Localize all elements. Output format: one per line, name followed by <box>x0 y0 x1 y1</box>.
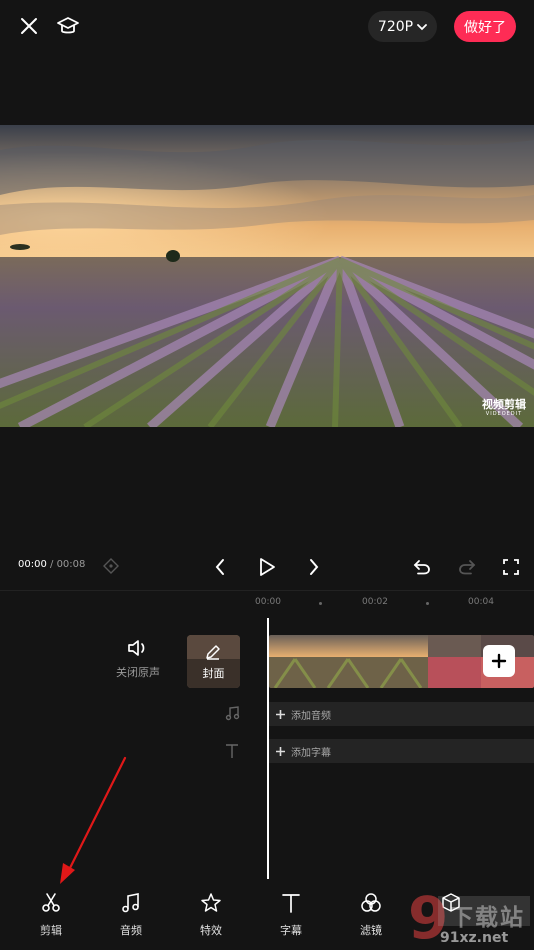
undo-icon <box>413 560 430 575</box>
toolbar-effects[interactable]: 特效 <box>181 892 241 938</box>
add-audio-label: 添加音频 <box>291 710 331 722</box>
play-button[interactable] <box>255 555 279 579</box>
keyframe-diamond-icon <box>103 558 119 574</box>
graduation-cap-icon <box>57 17 79 34</box>
resolution-selector[interactable]: 720P <box>368 11 437 42</box>
filter-circles-icon <box>361 893 381 912</box>
toolbar-filter[interactable]: 滤镜 <box>341 892 401 938</box>
toolbar-edit-label: 剪辑 <box>40 924 62 937</box>
redo-button[interactable] <box>455 556 479 578</box>
previous-frame-button[interactable] <box>209 556 231 578</box>
fullscreen-icon <box>503 559 519 575</box>
text-track-icon <box>226 744 238 758</box>
close-button[interactable] <box>14 11 44 41</box>
pencil-icon <box>206 645 220 660</box>
plus-icon <box>276 746 285 756</box>
watermark-subtitle: VIDEOEDIT <box>485 410 523 417</box>
toolbar-audio[interactable]: 音频 <box>101 892 161 938</box>
site-watermark-url: 91xz.net <box>440 930 509 946</box>
site-watermark-title: 下载站 <box>450 905 525 931</box>
chevron-right-icon <box>310 559 319 575</box>
ruler-dot <box>319 602 322 605</box>
text-t-icon <box>282 894 300 913</box>
add-subtitle-label: 添加字幕 <box>291 747 331 759</box>
toolbar-audio-label: 音频 <box>120 924 142 937</box>
ruler-tick: 00:04 <box>468 597 494 607</box>
toolbar-edit[interactable]: 剪辑 <box>21 892 81 938</box>
music-note-icon <box>122 893 139 913</box>
plus-icon <box>491 653 507 669</box>
next-frame-button[interactable] <box>303 556 325 578</box>
annotation-arrow-icon <box>60 756 127 884</box>
tutorial-button[interactable] <box>52 11 84 41</box>
done-button[interactable]: 做好了 <box>454 11 516 42</box>
video-watermark: 视频剪辑 VIDEOEDIT <box>482 399 526 417</box>
timecode: 00:00 / 00:08 <box>18 559 85 570</box>
chevron-down-icon <box>417 23 427 30</box>
mute-original-audio-button[interactable]: 关闭原声 <box>112 638 164 680</box>
mute-original-audio-label: 关闭原声 <box>116 666 160 679</box>
time-separator: / <box>46 559 57 570</box>
playback-controls: 00:00 / 00:08 <box>0 548 534 588</box>
add-subtitle-button[interactable]: 添加字幕 <box>269 739 534 763</box>
preview-image <box>0 125 534 427</box>
close-icon <box>21 18 37 34</box>
add-clip-button[interactable] <box>483 645 515 677</box>
toolbar-effects-label: 特效 <box>200 924 222 937</box>
watermark-title: 视频剪辑 <box>482 398 526 412</box>
current-time: 00:00 <box>18 559 47 570</box>
playhead[interactable] <box>267 618 269 879</box>
video-preview[interactable]: 视频剪辑 VIDEOEDIT <box>0 125 534 427</box>
ruler-tick: 00:02 <box>362 597 388 607</box>
add-audio-button[interactable]: 添加音频 <box>269 702 534 726</box>
redo-icon <box>459 560 476 575</box>
time-ruler[interactable]: 00:00 00:02 00:04 <box>0 590 534 616</box>
resolution-value: 720P <box>377 18 414 35</box>
fullscreen-button[interactable] <box>500 556 522 578</box>
scissors-icon <box>42 893 60 912</box>
music-track-icon <box>225 706 240 721</box>
cover-button[interactable]: 封面 <box>187 635 240 688</box>
top-bar: 720P 做好了 <box>0 0 534 54</box>
speaker-icon <box>128 640 145 656</box>
keyframe-button[interactable] <box>101 556 121 576</box>
ruler-dot <box>426 602 429 605</box>
sparkle-star-icon <box>201 893 221 912</box>
toolbar-subtitle[interactable]: 字幕 <box>261 892 321 938</box>
plus-icon <box>276 709 285 719</box>
ruler-tick: 00:00 <box>255 597 281 607</box>
chevron-left-icon <box>215 559 224 575</box>
cover-label: 封面 <box>202 667 225 680</box>
total-time: 00:08 <box>56 559 86 570</box>
toolbar-filter-label: 滤镜 <box>360 924 382 937</box>
toolbar-subtitle-label: 字幕 <box>280 924 302 937</box>
undo-button[interactable] <box>410 556 434 578</box>
play-icon <box>260 558 275 576</box>
site-watermark: 9 下载站 91xz.net <box>400 884 534 950</box>
